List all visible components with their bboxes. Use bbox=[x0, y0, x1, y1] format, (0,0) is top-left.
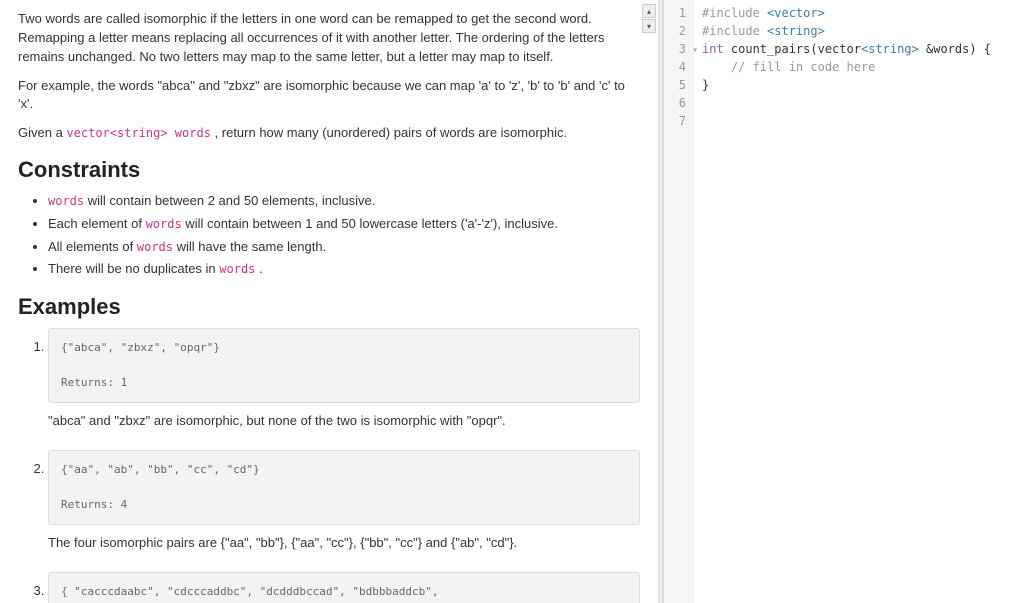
constraint-item: There will be no duplicates in words . bbox=[48, 259, 640, 280]
fold-icon[interactable]: ▾ bbox=[692, 43, 702, 58]
inline-code: words bbox=[146, 217, 182, 231]
text: , return how many (unordered) pairs of w… bbox=[211, 125, 567, 140]
line-number: 5 bbox=[668, 76, 686, 94]
example-box: { "cacccdaabc", "cdcccaddbc", "dcdddbcca… bbox=[48, 572, 640, 603]
token: &words) { bbox=[919, 42, 991, 56]
inline-code: vector<string> words bbox=[66, 126, 211, 140]
inline-code: words bbox=[137, 240, 173, 254]
example-returns: Returns: 1 bbox=[61, 376, 127, 389]
line-number-gutter: 1 2 3 4 5 6 7 bbox=[664, 0, 694, 603]
scroll-up-button[interactable]: ▴ bbox=[642, 4, 656, 18]
token-keyword: int bbox=[702, 42, 724, 56]
code-editor[interactable]: 1 2 3 4 5 6 7 #include <vector>#include … bbox=[663, 0, 1024, 603]
text: Given a bbox=[18, 125, 66, 140]
intro-paragraph-1: Two words are called isomorphic if the l… bbox=[18, 10, 640, 67]
constraint-item: words will contain between 2 and 50 elem… bbox=[48, 191, 640, 212]
scroll-down-button[interactable]: ▾ bbox=[642, 19, 656, 33]
scroll-controls: ▴ ▾ bbox=[642, 4, 656, 33]
token-type: <string> bbox=[861, 42, 919, 56]
text: . bbox=[255, 261, 262, 276]
examples-list: {"abca", "zbxz", "opqr"} Returns: 1 "abc… bbox=[18, 328, 640, 603]
example-box: {"abca", "zbxz", "opqr"} Returns: 1 bbox=[48, 328, 640, 403]
token-macro: #include bbox=[702, 6, 767, 20]
example-input: {"aa", "ab", "bb", "cc", "cd"} bbox=[61, 463, 260, 476]
text: will contain between 2 and 50 elements, … bbox=[84, 193, 375, 208]
constraint-item: All elements of words will have the same… bbox=[48, 237, 640, 258]
code-line: } bbox=[702, 76, 991, 94]
text: All elements of bbox=[48, 239, 137, 254]
inline-code: words bbox=[219, 262, 255, 276]
line-number: 4 bbox=[668, 58, 686, 76]
intro-paragraph-2: For example, the words "abca" and "zbxz"… bbox=[18, 77, 640, 115]
constraints-heading: Constraints bbox=[18, 157, 640, 183]
line-number: 7 bbox=[668, 112, 686, 130]
text: Each element of bbox=[48, 216, 146, 231]
token-type: <vector> bbox=[767, 6, 825, 20]
example-returns: Returns: 4 bbox=[61, 498, 127, 511]
example-note: The four isomorphic pairs are {"aa", "bb… bbox=[48, 535, 640, 550]
example-item: {"abca", "zbxz", "opqr"} Returns: 1 "abc… bbox=[48, 328, 640, 428]
example-box: {"aa", "ab", "bb", "cc", "cd"} Returns: … bbox=[48, 450, 640, 525]
code-line: #include <string> bbox=[702, 22, 991, 40]
problem-panel: ▴ ▾ Two words are called isomorphic if t… bbox=[0, 0, 658, 603]
code-line: // fill in code here bbox=[702, 58, 991, 76]
example-item: { "cacccdaabc", "cdcccaddbc", "dcdddbcca… bbox=[48, 572, 640, 603]
token: count_pairs(vector bbox=[724, 42, 861, 56]
examples-heading: Examples bbox=[18, 294, 640, 320]
example-input: {"abca", "zbxz", "opqr"} bbox=[61, 341, 220, 354]
text: will have the same length. bbox=[173, 239, 326, 254]
line-number: 2 bbox=[668, 22, 686, 40]
token-macro: #include bbox=[702, 24, 767, 38]
inline-code: words bbox=[48, 194, 84, 208]
example-note: "abca" and "zbxz" are isomorphic, but no… bbox=[48, 413, 640, 428]
intro-paragraph-3: Given a vector<string> words , return ho… bbox=[18, 124, 640, 143]
text: There will be no duplicates in bbox=[48, 261, 219, 276]
code-line: ▾int count_pairs(vector<string> &words) … bbox=[702, 40, 991, 58]
code-line: #include <vector> bbox=[702, 4, 991, 22]
text: will contain between 1 and 50 lowercase … bbox=[182, 216, 558, 231]
constraints-list: words will contain between 2 and 50 elem… bbox=[18, 191, 640, 280]
line-number: 3 bbox=[668, 40, 686, 58]
token-comment: // fill in code here bbox=[702, 60, 875, 74]
constraint-item: Each element of words will contain betwe… bbox=[48, 214, 640, 235]
token-type: <string> bbox=[767, 24, 825, 38]
line-number: 1 bbox=[668, 4, 686, 22]
line-number: 6 bbox=[668, 94, 686, 112]
example-input: { "cacccdaabc", "cdcccaddbc", "dcdddbcca… bbox=[61, 585, 445, 603]
code-area[interactable]: #include <vector>#include <string>▾int c… bbox=[694, 0, 999, 603]
example-item: {"aa", "ab", "bb", "cc", "cd"} Returns: … bbox=[48, 450, 640, 550]
